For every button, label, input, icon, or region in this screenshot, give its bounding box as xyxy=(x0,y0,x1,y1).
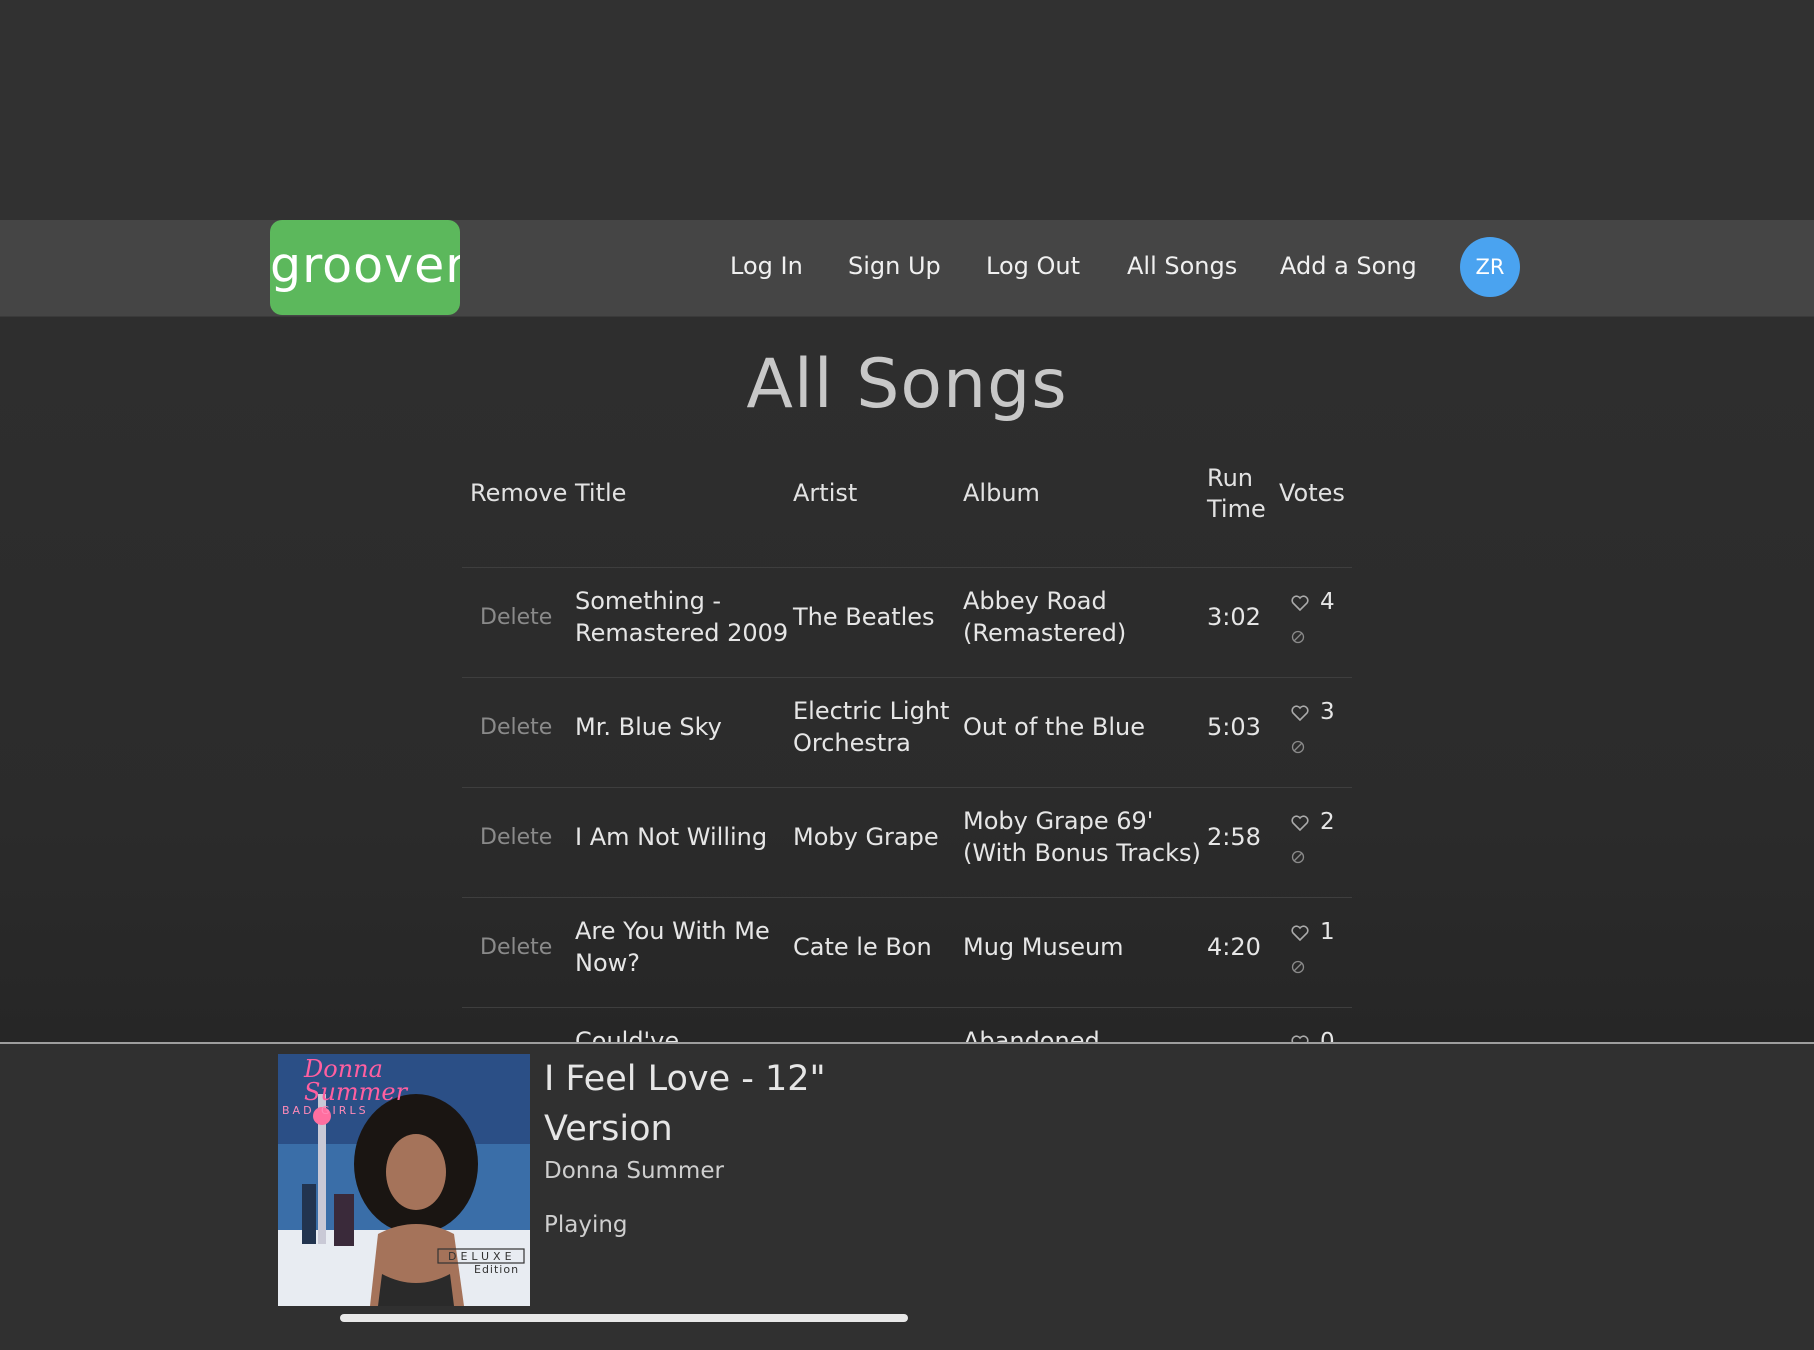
col-header-artist: Artist xyxy=(793,479,858,507)
page-title: All Songs xyxy=(746,345,1068,424)
row-divider xyxy=(462,787,1352,788)
song-album: Out of the Blue xyxy=(963,713,1146,741)
vote-count: 3 xyxy=(1320,699,1335,725)
row-divider xyxy=(462,567,1352,568)
nav-add-song-link[interactable]: Add a Song xyxy=(1280,246,1417,286)
nav-logout-link[interactable]: Log Out xyxy=(986,246,1080,286)
song-artist: Moby Grape xyxy=(793,823,939,851)
now-playing-status: Playing xyxy=(544,1212,628,1238)
album-art[interactable]: Donna Summer BAD GIRLS DELUXE Edition xyxy=(278,1054,530,1306)
nav-signup-link[interactable]: Sign Up xyxy=(848,246,941,286)
song-artist-line2: Orchestra xyxy=(793,729,911,757)
groover-logo[interactable]: groover xyxy=(270,220,460,315)
album-art-badge-edition: Edition xyxy=(474,1263,520,1276)
now-playing-title: I Feel Love - 12" Version xyxy=(544,1059,826,1149)
col-header-runtime-line2: Time xyxy=(1207,495,1266,523)
song-album-line2: (With Bonus Tracks) xyxy=(963,839,1201,867)
heart-icon[interactable] xyxy=(1291,815,1309,831)
delete-button[interactable]: Delete xyxy=(480,825,552,850)
song-artist: Cate le Bon xyxy=(793,933,932,961)
col-header-title: Title xyxy=(575,479,627,507)
home-indicator-bar xyxy=(340,1314,908,1322)
downvote-icon[interactable] xyxy=(1291,960,1305,974)
col-header-album: Album xyxy=(963,479,1040,507)
song-title: I Am Not Willing xyxy=(575,823,768,851)
album-art-subtitle: BAD GIRLS xyxy=(282,1104,369,1117)
heart-icon[interactable] xyxy=(1291,925,1309,941)
album-art-title: Donna Summer xyxy=(304,1055,408,1106)
album-art-badge: DELUXE xyxy=(448,1250,516,1263)
top-blank-area xyxy=(0,0,1814,220)
delete-button[interactable]: Delete xyxy=(480,935,552,960)
delete-button[interactable]: Delete xyxy=(480,715,552,740)
song-title: Something - xyxy=(575,587,722,615)
song-runtime: 4:20 xyxy=(1207,933,1261,961)
col-header-remove: Remove xyxy=(470,479,568,507)
song-artist: Electric Light xyxy=(793,697,950,725)
song-title: Mr. Blue Sky xyxy=(575,713,722,741)
col-header-votes: Votes xyxy=(1279,479,1345,507)
now-playing-bar: Donna Summer BAD GIRLS DELUXE Edition I … xyxy=(0,1042,1814,1350)
downvote-icon[interactable] xyxy=(1291,630,1305,644)
downvote-icon[interactable] xyxy=(1291,850,1305,864)
song-title-line2: Now? xyxy=(575,949,641,977)
heart-icon[interactable] xyxy=(1291,595,1309,611)
nav-login-link[interactable]: Log In xyxy=(730,246,803,286)
song-title-line2: Remastered 2009 xyxy=(575,619,789,647)
song-title: Could've xyxy=(575,1027,680,1042)
downvote-icon[interactable] xyxy=(1291,740,1305,754)
vote-count: 0 xyxy=(1320,1029,1335,1042)
nav-all-songs-link[interactable]: All Songs xyxy=(1127,246,1237,286)
row-divider xyxy=(462,1007,1352,1008)
col-header-runtime-line1: Run xyxy=(1207,464,1254,492)
song-runtime: 5:03 xyxy=(1207,713,1261,741)
main-content: All Songs Remove Title Artist Album Run … xyxy=(0,317,1814,1042)
vote-count: 2 xyxy=(1320,809,1335,835)
song-album-line2: (Remastered) xyxy=(963,619,1127,647)
heart-icon[interactable] xyxy=(1291,705,1309,721)
song-runtime: 3:02 xyxy=(1207,603,1261,631)
row-divider xyxy=(462,677,1352,678)
navbar: groover Log In Sign Up Log Out All Songs… xyxy=(0,220,1814,317)
song-album: Mug Museum xyxy=(963,933,1124,961)
vote-count: 1 xyxy=(1320,919,1335,945)
song-album: Moby Grape 69' xyxy=(963,807,1154,835)
avatar[interactable]: ZR xyxy=(1460,237,1520,297)
row-divider xyxy=(462,897,1352,898)
delete-button[interactable]: Delete xyxy=(480,605,552,630)
song-album: Abandoned xyxy=(963,1027,1100,1042)
heart-icon[interactable] xyxy=(1291,1035,1309,1042)
now-playing-artist: Donna Summer xyxy=(544,1158,724,1184)
song-album: Abbey Road xyxy=(963,587,1107,615)
song-title: Are You With Me xyxy=(575,917,770,945)
song-artist: The Beatles xyxy=(793,603,935,631)
song-runtime: 2:58 xyxy=(1207,823,1261,851)
vote-count: 4 xyxy=(1320,589,1335,615)
